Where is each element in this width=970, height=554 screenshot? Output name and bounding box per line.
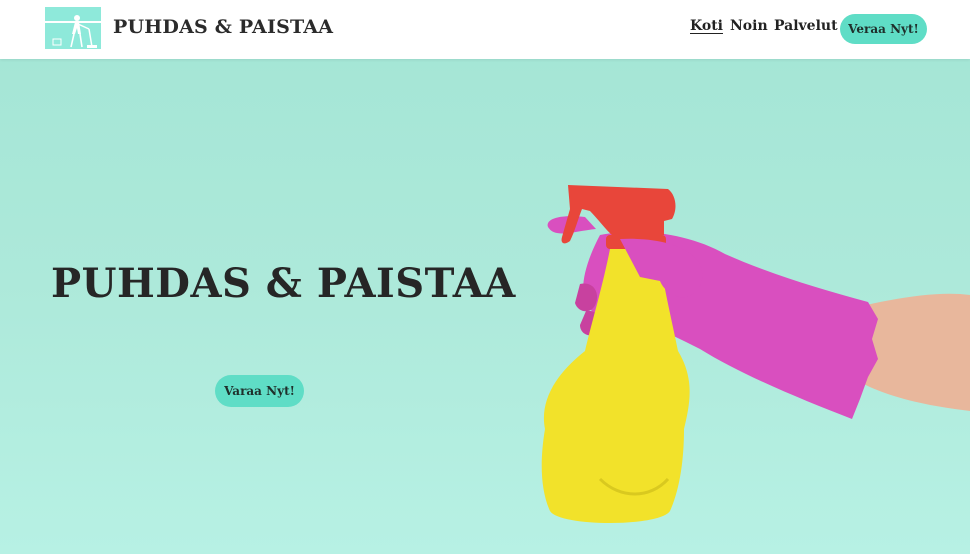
nav-item-palvelut[interactable]: Palvelut [774,18,838,34]
brand-name[interactable]: PUHDAS & PAISTAA [113,16,333,38]
logo[interactable] [45,7,101,49]
hero-book-button[interactable]: Varaa Nyt! [215,375,304,407]
spray-trigger [561,185,676,249]
header-book-button[interactable]: Veraa Nyt! [840,14,927,44]
cleaning-person-logo-icon [45,7,101,49]
hero-title: PUHDAS & PAISTAA [51,260,516,307]
nav-item-koti[interactable]: Koti [690,18,723,34]
hero-section: PUHDAS & PAISTAA Varaa Nyt! [0,59,970,554]
nav-item-noin[interactable]: Noin [730,18,768,34]
site-header: PUHDAS & PAISTAA Koti Noin Palvelut Vera… [0,0,970,59]
